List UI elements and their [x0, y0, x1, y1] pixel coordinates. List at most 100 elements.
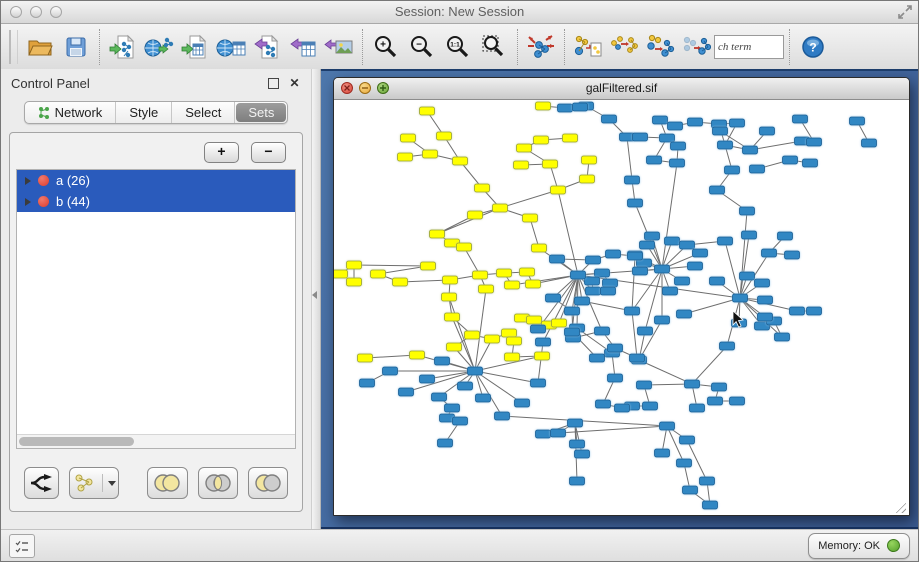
graph-node[interactable]: [360, 379, 375, 387]
graph-node[interactable]: [371, 270, 386, 278]
zoom-fit-button[interactable]: [476, 28, 512, 66]
graph-node[interactable]: [712, 383, 727, 391]
close-window-icon[interactable]: [10, 6, 22, 18]
graph-node[interactable]: [720, 342, 735, 350]
graph-node[interactable]: [660, 134, 675, 142]
graph-node[interactable]: [546, 294, 561, 302]
graph-node[interactable]: [700, 477, 715, 485]
graph-node[interactable]: [526, 280, 541, 288]
graph-node[interactable]: [655, 449, 670, 457]
graph-node[interactable]: [536, 102, 551, 110]
graph-node[interactable]: [655, 265, 670, 273]
graph-node[interactable]: [531, 325, 546, 333]
graph-node[interactable]: [565, 328, 580, 336]
graph-node[interactable]: [399, 388, 414, 396]
remove-set-button[interactable]: −: [251, 142, 286, 163]
set-row-b[interactable]: b (44): [17, 191, 295, 212]
graph-node[interactable]: [730, 397, 745, 405]
graph-node[interactable]: [630, 354, 645, 362]
graph-node[interactable]: [432, 393, 447, 401]
graph-node[interactable]: [517, 144, 532, 152]
graph-node[interactable]: [575, 297, 590, 305]
graph-node[interactable]: [647, 156, 662, 164]
graph-node[interactable]: [532, 244, 547, 252]
graph-node[interactable]: [334, 270, 348, 278]
graph-node[interactable]: [430, 230, 445, 238]
import-network-file-button[interactable]: [105, 28, 141, 66]
graph-node[interactable]: [523, 214, 538, 222]
graph-node[interactable]: [535, 352, 550, 360]
graph-node[interactable]: [514, 161, 529, 169]
graph-node[interactable]: [733, 294, 748, 302]
graph-node[interactable]: [718, 141, 733, 149]
graph-node[interactable]: [677, 310, 692, 318]
graph-node[interactable]: [485, 335, 500, 343]
graph-node[interactable]: [668, 122, 683, 130]
graph-node[interactable]: [550, 255, 565, 263]
graph-node[interactable]: [445, 404, 460, 412]
difference-sets-button[interactable]: [248, 467, 288, 499]
graph-node[interactable]: [558, 104, 573, 112]
graph-node[interactable]: [563, 134, 578, 142]
graph-node[interactable]: [793, 115, 808, 123]
search-input[interactable]: [714, 35, 784, 59]
copy-network-to-clipboard-button[interactable]: [570, 28, 606, 66]
float-panel-icon[interactable]: [267, 77, 280, 90]
horizontal-scrollbar[interactable]: [17, 434, 295, 448]
export-network-button[interactable]: [249, 28, 285, 66]
graph-node[interactable]: [421, 262, 436, 270]
graph-node[interactable]: [750, 165, 765, 173]
graph-node[interactable]: [420, 107, 435, 115]
tab-sets[interactable]: Sets: [236, 103, 286, 122]
graph-node[interactable]: [710, 277, 725, 285]
graph-node[interactable]: [552, 319, 567, 327]
memory-status-button[interactable]: Memory: OK: [808, 533, 910, 559]
graph-node[interactable]: [515, 399, 530, 407]
graph-node[interactable]: [758, 296, 773, 304]
close-network-window-icon[interactable]: [341, 82, 353, 94]
graph-node[interactable]: [762, 249, 777, 257]
graph-node[interactable]: [803, 159, 818, 167]
graph-node[interactable]: [628, 199, 643, 207]
graph-node[interactable]: [670, 159, 685, 167]
graph-node[interactable]: [743, 146, 758, 154]
graph-node[interactable]: [536, 338, 551, 346]
tab-style[interactable]: Style: [116, 102, 172, 123]
graph-node[interactable]: [625, 307, 640, 315]
set-row-a[interactable]: a (26): [17, 170, 295, 191]
graph-node[interactable]: [479, 285, 494, 293]
save-session-button[interactable]: [58, 28, 94, 66]
graph-node[interactable]: [505, 281, 520, 289]
graph-node[interactable]: [625, 176, 640, 184]
task-history-button[interactable]: [9, 534, 35, 558]
graph-node[interactable]: [596, 400, 611, 408]
graph-node[interactable]: [457, 243, 472, 251]
graph-node[interactable]: [497, 269, 512, 277]
zoom-in-button[interactable]: +: [368, 28, 404, 66]
network-window[interactable]: galFiltered.sif: [333, 77, 910, 516]
graph-node[interactable]: [423, 150, 438, 158]
graph-node[interactable]: [347, 261, 362, 269]
graph-node[interactable]: [595, 269, 610, 277]
fullscreen-icon[interactable]: [898, 5, 912, 19]
graph-node[interactable]: [401, 134, 416, 142]
graph-node[interactable]: [677, 459, 692, 467]
minimize-network-window-icon[interactable]: [359, 82, 371, 94]
disclosure-triangle-icon[interactable]: [25, 198, 31, 206]
graph-node[interactable]: [775, 333, 790, 341]
graph-node[interactable]: [603, 279, 618, 287]
graph-node[interactable]: [383, 367, 398, 375]
graph-node[interactable]: [420, 375, 435, 383]
graph-node[interactable]: [585, 277, 600, 285]
graph-node[interactable]: [807, 138, 822, 146]
graph-node[interactable]: [534, 136, 549, 144]
export-image-button[interactable]: [321, 28, 357, 66]
graph-node[interactable]: [442, 293, 457, 301]
graph-node[interactable]: [708, 397, 723, 405]
graph-node[interactable]: [713, 127, 728, 135]
graph-node[interactable]: [710, 186, 725, 194]
graph-node[interactable]: [655, 316, 670, 324]
graph-node[interactable]: [582, 156, 597, 164]
graph-node[interactable]: [755, 279, 770, 287]
graph-node[interactable]: [531, 379, 546, 387]
